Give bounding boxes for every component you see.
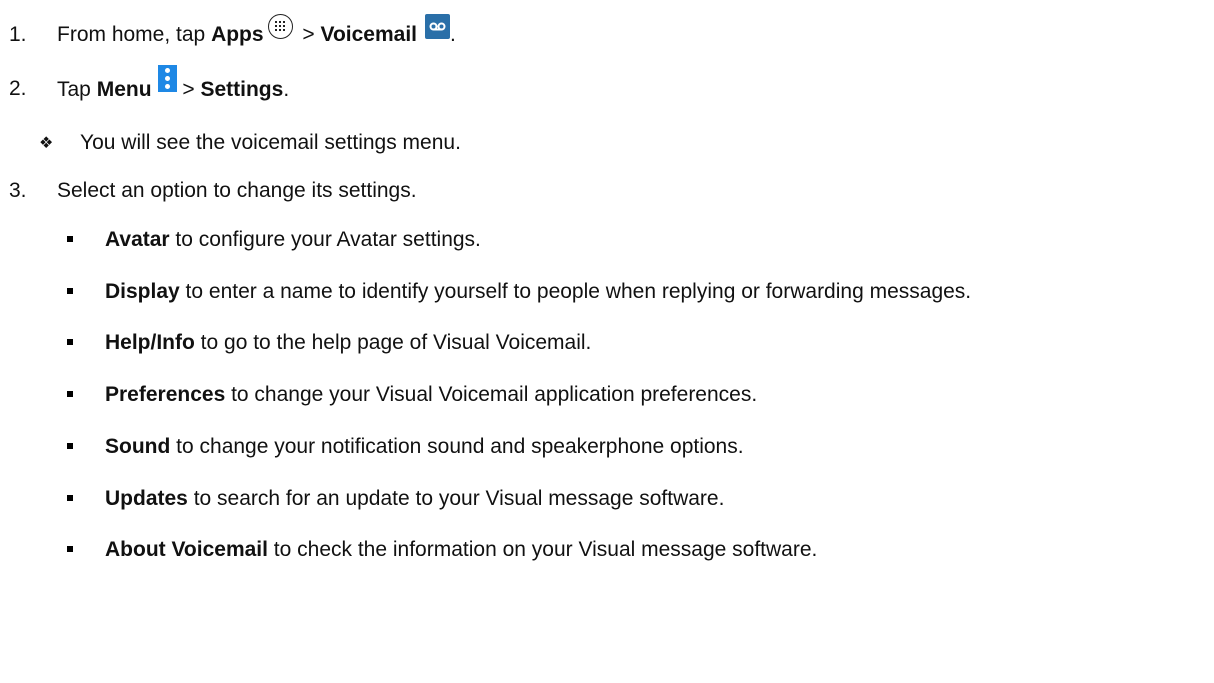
square-bullet-icon — [67, 288, 73, 294]
step-number: 2. — [9, 77, 27, 100]
square-bullet-icon — [67, 391, 73, 397]
step-text: Tap Menu > Settings . — [57, 65, 290, 103]
option-term: Avatar — [105, 228, 170, 251]
square-bullet-icon — [67, 339, 73, 345]
option-desc: to search for an update to your Visual m… — [187, 487, 725, 510]
square-bullet-icon — [67, 443, 73, 449]
step-number: 3. — [9, 179, 27, 202]
option-term: Preferences — [105, 383, 226, 406]
step-text: From home, tap Apps > Voicemail . — [57, 13, 456, 48]
step-number: 1. — [9, 23, 27, 46]
diamond-bullet-icon: ❖ — [39, 133, 54, 152]
separator: > — [176, 77, 201, 101]
option-desc: to check the information on your Visual … — [267, 538, 818, 561]
step-suffix: . — [450, 23, 456, 46]
option-desc: to configure your Avatar settings. — [169, 228, 481, 251]
step-prefix: Tap — [57, 77, 97, 101]
apps-label: Apps — [211, 23, 264, 46]
step-prefix: From home, tap — [57, 23, 212, 46]
square-bullet-icon — [67, 236, 73, 242]
step-suffix: . — [283, 77, 290, 101]
note-text: You will see the voicemail settings menu… — [80, 131, 461, 154]
square-bullet-icon — [67, 546, 73, 552]
menu-dots-icon — [157, 65, 177, 92]
settings-label: Settings — [200, 77, 284, 101]
option-desc: to change your notification sound and sp… — [170, 435, 744, 458]
square-bullet-icon — [67, 495, 73, 501]
voicemail-icon — [425, 13, 450, 39]
option-desc: to enter a name to identify yourself to … — [179, 280, 972, 303]
option-term: Sound — [105, 435, 171, 458]
option-desc: to change your Visual Voicemail applicat… — [225, 383, 758, 406]
step-text: Select an option to change its settings. — [57, 179, 417, 202]
option-term: Updates — [105, 487, 188, 510]
apps-grid-icon — [267, 13, 293, 39]
separator: > — [296, 23, 321, 46]
voicemail-label: Voicemail — [320, 23, 418, 46]
option-term: Help/Info — [105, 331, 195, 354]
option-term: About Voicemail — [105, 538, 268, 561]
option-desc: to go to the help page of Visual Voicema… — [194, 331, 592, 354]
menu-label: Menu — [96, 77, 152, 101]
option-term: Display — [105, 280, 180, 303]
